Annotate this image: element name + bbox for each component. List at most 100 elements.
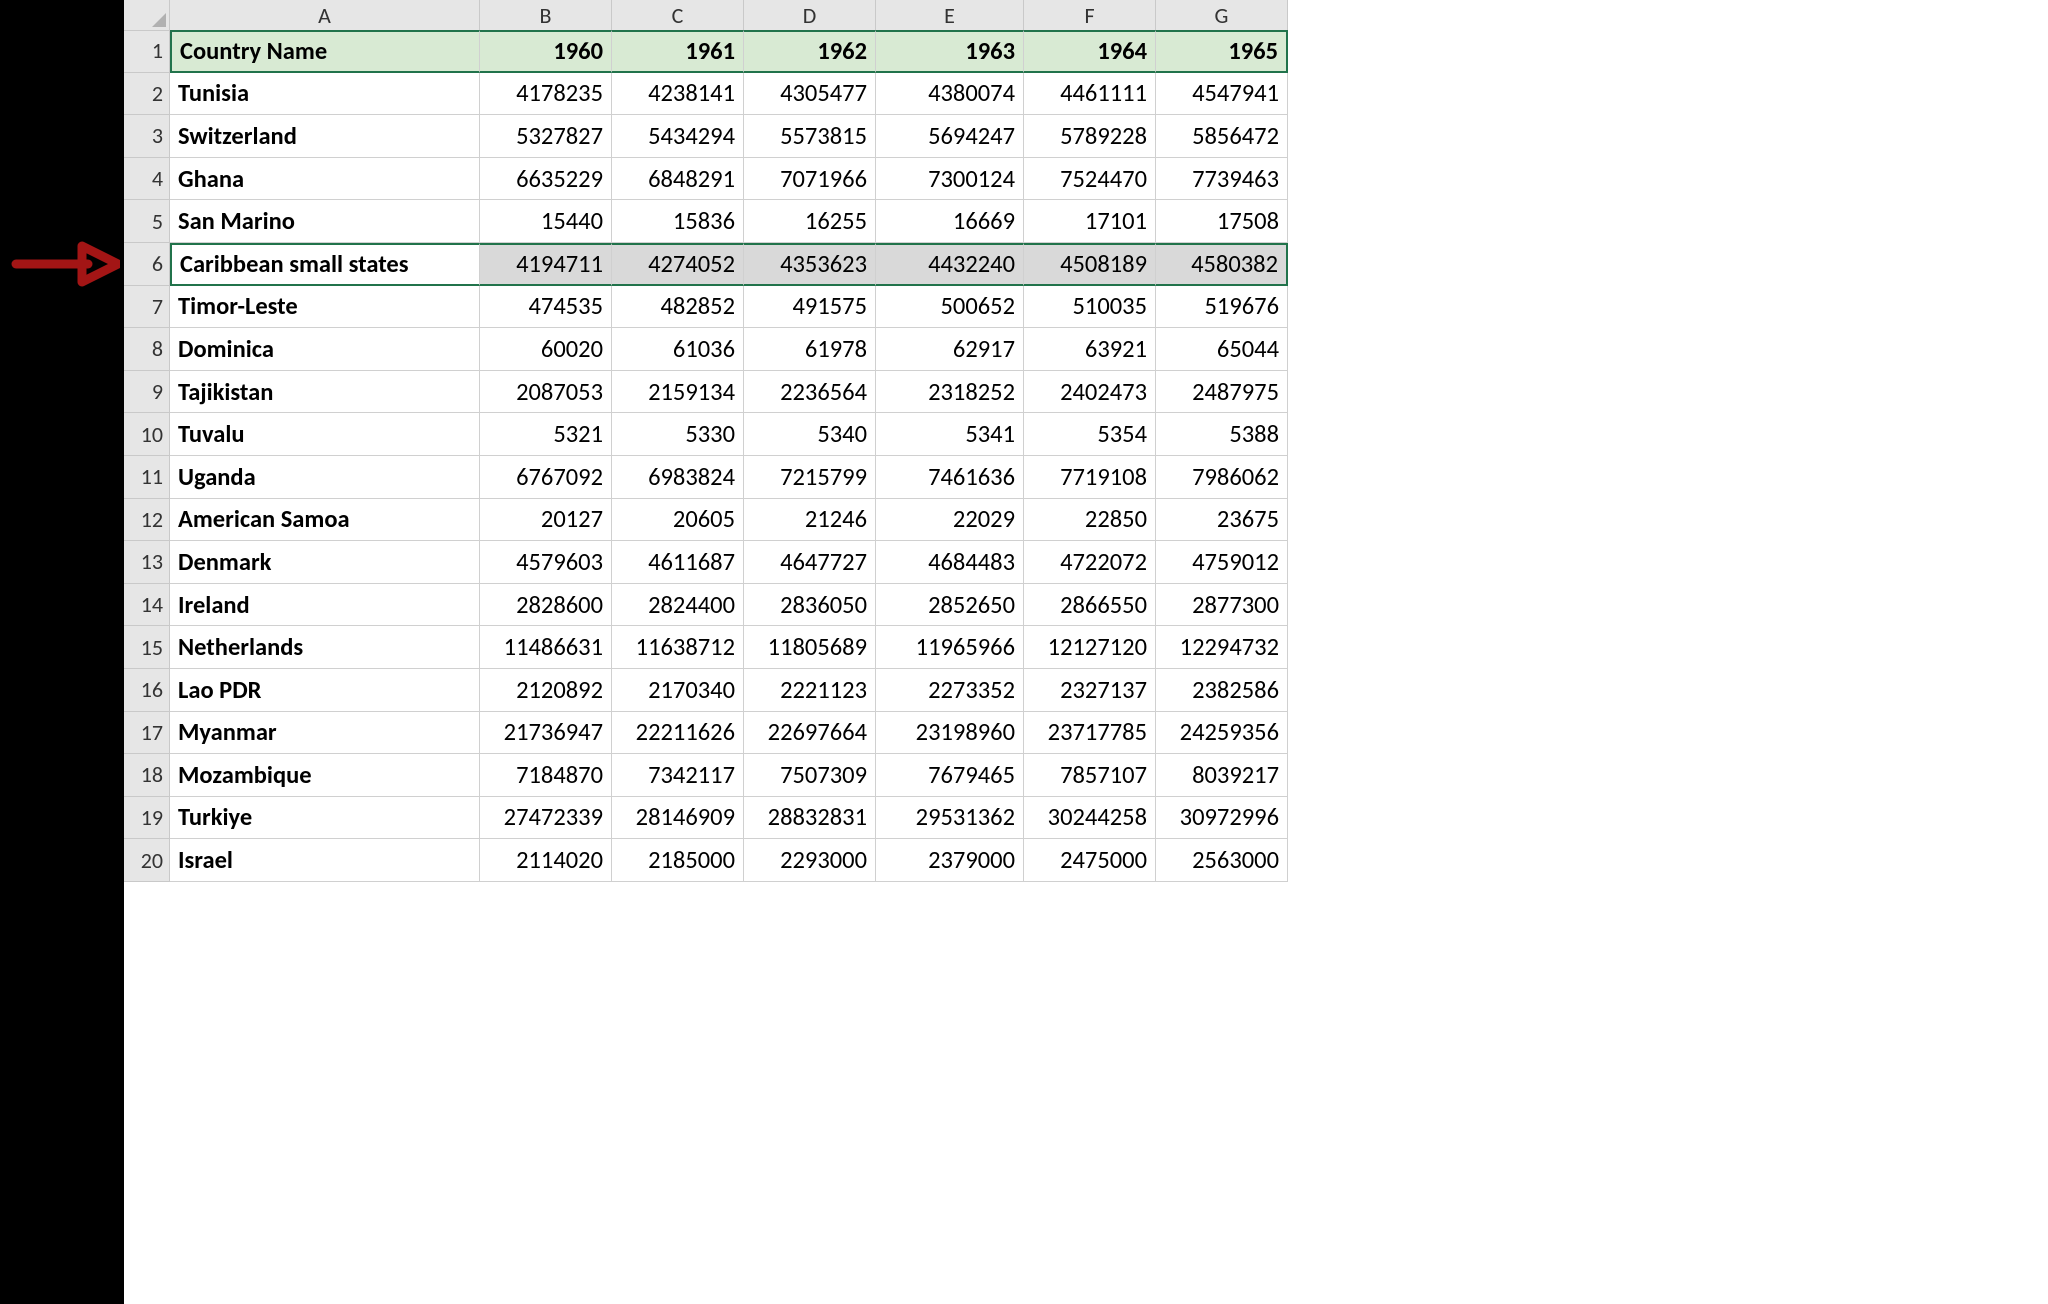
- cell-country-name[interactable]: Lao PDR: [170, 669, 480, 712]
- cell-value[interactable]: 4461111: [1024, 73, 1156, 116]
- column-header-F[interactable]: F: [1024, 0, 1156, 31]
- cell-value[interactable]: 12294732: [1156, 626, 1288, 669]
- cell-value[interactable]: 15836: [612, 200, 744, 243]
- header-year-1962[interactable]: 1962: [744, 30, 876, 73]
- cell-value[interactable]: 11965966: [876, 626, 1024, 669]
- header-year-1965[interactable]: 1965: [1156, 30, 1288, 73]
- cell-value[interactable]: 23198960: [876, 712, 1024, 755]
- cell-value[interactable]: 2379000: [876, 839, 1024, 882]
- cell-value[interactable]: 2866550: [1024, 584, 1156, 627]
- cell-value[interactable]: 4547941: [1156, 73, 1288, 116]
- cell-value[interactable]: 4178235: [480, 73, 612, 116]
- cell-value[interactable]: 28832831: [744, 797, 876, 840]
- cell-value[interactable]: 2382586: [1156, 669, 1288, 712]
- cell-value[interactable]: 7071966: [744, 158, 876, 201]
- cell-value[interactable]: 5388: [1156, 413, 1288, 456]
- cell-value[interactable]: 7300124: [876, 158, 1024, 201]
- row-header-13[interactable]: 13: [124, 541, 170, 584]
- cell-value[interactable]: 7507309: [744, 754, 876, 797]
- row-header-15[interactable]: 15: [124, 626, 170, 669]
- cell-value[interactable]: 5327827: [480, 115, 612, 158]
- row-header-5[interactable]: 5: [124, 200, 170, 243]
- row-header-1[interactable]: 1: [124, 30, 170, 73]
- cell-value[interactable]: 20127: [480, 499, 612, 542]
- cell-value[interactable]: 2221123: [744, 669, 876, 712]
- cell-value[interactable]: 5573815: [744, 115, 876, 158]
- cell-country-name[interactable]: Israel: [170, 839, 480, 882]
- cell-value[interactable]: 11486631: [480, 626, 612, 669]
- cell-country-name[interactable]: Denmark: [170, 541, 480, 584]
- cell-value[interactable]: 2170340: [612, 669, 744, 712]
- row-header-2[interactable]: 2: [124, 73, 170, 116]
- cell-value[interactable]: 61036: [612, 328, 744, 371]
- cell-value[interactable]: 2120892: [480, 669, 612, 712]
- cell-value[interactable]: 4647727: [744, 541, 876, 584]
- cell-value[interactable]: 2828600: [480, 584, 612, 627]
- cell-value[interactable]: 21736947: [480, 712, 612, 755]
- cell-value[interactable]: 4274052: [612, 243, 744, 286]
- column-header-A[interactable]: A: [170, 0, 480, 31]
- cell-value[interactable]: 28146909: [612, 797, 744, 840]
- cell-value[interactable]: 22697664: [744, 712, 876, 755]
- row-header-20[interactable]: 20: [124, 839, 170, 882]
- cell-value[interactable]: 4611687: [612, 541, 744, 584]
- cell-value[interactable]: 4722072: [1024, 541, 1156, 584]
- header-country-name[interactable]: Country Name: [170, 30, 480, 73]
- cell-value[interactable]: 7679465: [876, 754, 1024, 797]
- cell-value[interactable]: 5856472: [1156, 115, 1288, 158]
- row-header-19[interactable]: 19: [124, 797, 170, 840]
- cell-country-name[interactable]: Dominica: [170, 328, 480, 371]
- header-year-1961[interactable]: 1961: [612, 30, 744, 73]
- cell-value[interactable]: 8039217: [1156, 754, 1288, 797]
- cell-country-name[interactable]: Ghana: [170, 158, 480, 201]
- cell-country-name[interactable]: Ireland: [170, 584, 480, 627]
- cell-value[interactable]: 2487975: [1156, 371, 1288, 414]
- column-header-C[interactable]: C: [612, 0, 744, 31]
- cell-value[interactable]: 519676: [1156, 286, 1288, 329]
- cell-value[interactable]: 5340: [744, 413, 876, 456]
- cell-value[interactable]: 16669: [876, 200, 1024, 243]
- cell-country-name[interactable]: Tajikistan: [170, 371, 480, 414]
- cell-value[interactable]: 7524470: [1024, 158, 1156, 201]
- cell-value[interactable]: 6635229: [480, 158, 612, 201]
- cell-value[interactable]: 2185000: [612, 839, 744, 882]
- cell-country-name[interactable]: Caribbean small states: [170, 243, 480, 286]
- cell-value[interactable]: 2836050: [744, 584, 876, 627]
- row-header-7[interactable]: 7: [124, 286, 170, 329]
- cell-value[interactable]: 7986062: [1156, 456, 1288, 499]
- cell-value[interactable]: 4432240: [876, 243, 1024, 286]
- cell-value[interactable]: 491575: [744, 286, 876, 329]
- header-year-1963[interactable]: 1963: [876, 30, 1024, 73]
- select-all-corner[interactable]: [124, 0, 170, 31]
- cell-value[interactable]: 27472339: [480, 797, 612, 840]
- cell-value[interactable]: 5434294: [612, 115, 744, 158]
- cell-value[interactable]: 15440: [480, 200, 612, 243]
- cell-value[interactable]: 7719108: [1024, 456, 1156, 499]
- cell-value[interactable]: 2293000: [744, 839, 876, 882]
- cell-value[interactable]: 24259356: [1156, 712, 1288, 755]
- column-header-E[interactable]: E: [876, 0, 1024, 31]
- cell-value[interactable]: 2824400: [612, 584, 744, 627]
- column-header-D[interactable]: D: [744, 0, 876, 31]
- cell-value[interactable]: 4380074: [876, 73, 1024, 116]
- row-header-9[interactable]: 9: [124, 371, 170, 414]
- cell-country-name[interactable]: Myanmar: [170, 712, 480, 755]
- cell-value[interactable]: 6767092: [480, 456, 612, 499]
- cell-value[interactable]: 4194711: [480, 243, 612, 286]
- cell-value[interactable]: 482852: [612, 286, 744, 329]
- cell-country-name[interactable]: Tunisia: [170, 73, 480, 116]
- row-header-18[interactable]: 18: [124, 754, 170, 797]
- row-header-16[interactable]: 16: [124, 669, 170, 712]
- cell-country-name[interactable]: American Samoa: [170, 499, 480, 542]
- cell-value[interactable]: 29531362: [876, 797, 1024, 840]
- cell-value[interactable]: 7857107: [1024, 754, 1156, 797]
- cell-value[interactable]: 16255: [744, 200, 876, 243]
- cell-value[interactable]: 2273352: [876, 669, 1024, 712]
- cell-value[interactable]: 30972996: [1156, 797, 1288, 840]
- row-header-14[interactable]: 14: [124, 584, 170, 627]
- cell-country-name[interactable]: San Marino: [170, 200, 480, 243]
- cell-value[interactable]: 500652: [876, 286, 1024, 329]
- cell-value[interactable]: 23717785: [1024, 712, 1156, 755]
- cell-value[interactable]: 65044: [1156, 328, 1288, 371]
- cell-country-name[interactable]: Timor-Leste: [170, 286, 480, 329]
